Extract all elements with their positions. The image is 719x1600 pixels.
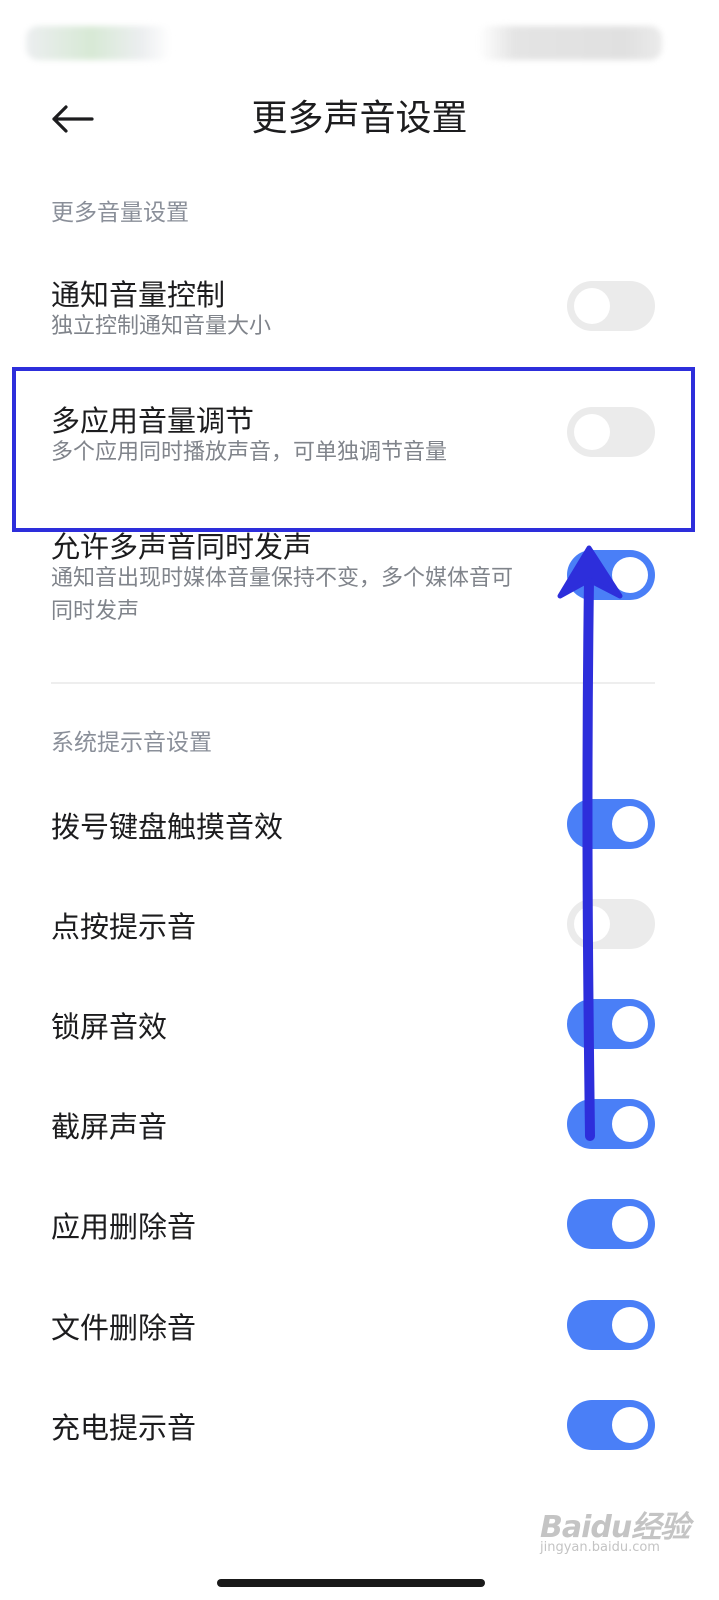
setting-row-app-delete-sound: 应用删除音 — [0, 1174, 719, 1274]
home-indicator[interactable] — [217, 1579, 485, 1587]
toggle-knob — [612, 1307, 648, 1343]
setting-row-multi-sound: 允许多声音同时发声 通知音出现时媒体音量保持不变，多个媒体音可同时发声 — [0, 514, 719, 644]
back-button[interactable] — [40, 92, 104, 146]
section-header-system-sounds: 系统提示音设置 — [51, 730, 212, 756]
toggle-switch[interactable] — [567, 1400, 655, 1450]
setting-row-multi-app-volume: 多应用音量调节 多个应用同时播放声音，可单独调节音量 — [0, 388, 719, 488]
section-divider — [51, 682, 655, 684]
setting-row-notification-volume: 通知音量控制 独立控制通知音量大小 — [0, 262, 719, 352]
toggle-switch[interactable] — [567, 999, 655, 1049]
setting-row-charging-sound: 充电提示音 — [0, 1375, 719, 1475]
toggle-switch[interactable] — [567, 1300, 655, 1350]
setting-row-lock-sound: 锁屏音效 — [0, 974, 719, 1074]
toggle-knob — [612, 557, 648, 593]
status-bar-right — [478, 26, 662, 60]
setting-title: 截屏声音 — [51, 1110, 168, 1144]
setting-subtitle: 通知音出现时媒体音量保持不变，多个媒体音可同时发声 — [51, 566, 514, 624]
setting-subtitle: 独立控制通知音量大小 — [51, 314, 272, 339]
status-bar-left — [26, 26, 171, 60]
watermark: Baidu经验 jingyan.baidu.com — [540, 1492, 700, 1562]
toggle-knob — [574, 906, 610, 942]
section-header-volume: 更多音量设置 — [51, 200, 189, 226]
setting-row-tap-sound: 点按提示音 — [0, 874, 719, 974]
toggle-knob — [612, 1106, 648, 1142]
setting-row-screenshot-sound: 截屏声音 — [0, 1074, 719, 1174]
setting-title: 文件删除音 — [51, 1311, 197, 1345]
setting-title: 通知音量控制 — [51, 278, 226, 312]
setting-title: 多应用音量调节 — [51, 404, 255, 438]
toggle-knob — [612, 1006, 648, 1042]
watermark-url: jingyan.baidu.com — [540, 1540, 660, 1555]
setting-title: 点按提示音 — [51, 910, 197, 944]
setting-title: 应用删除音 — [51, 1210, 197, 1244]
setting-title: 充电提示音 — [51, 1411, 197, 1445]
toggle-switch[interactable] — [567, 1199, 655, 1249]
setting-title: 允许多声音同时发声 — [51, 530, 313, 564]
toggle-knob — [612, 806, 648, 842]
toggle-switch[interactable] — [567, 550, 655, 600]
toggle-knob — [612, 1206, 648, 1242]
page-title: 更多声音设置 — [251, 98, 468, 139]
arrow-left-icon — [52, 105, 94, 133]
toggle-switch[interactable] — [567, 899, 655, 949]
setting-row-dialpad-touch: 拨号键盘触摸音效 — [0, 774, 719, 874]
toggle-switch[interactable] — [567, 1099, 655, 1149]
toggle-knob — [574, 414, 610, 450]
setting-title: 拨号键盘触摸音效 — [51, 810, 284, 844]
toggle-knob — [574, 288, 610, 324]
toggle-switch[interactable] — [567, 281, 655, 331]
setting-row-file-delete-sound: 文件删除音 — [0, 1275, 719, 1375]
toggle-switch[interactable] — [567, 799, 655, 849]
toggle-knob — [612, 1407, 648, 1443]
setting-title: 锁屏音效 — [51, 1010, 168, 1044]
toggle-switch[interactable] — [567, 407, 655, 457]
setting-subtitle: 多个应用同时播放声音，可单独调节音量 — [51, 440, 448, 465]
